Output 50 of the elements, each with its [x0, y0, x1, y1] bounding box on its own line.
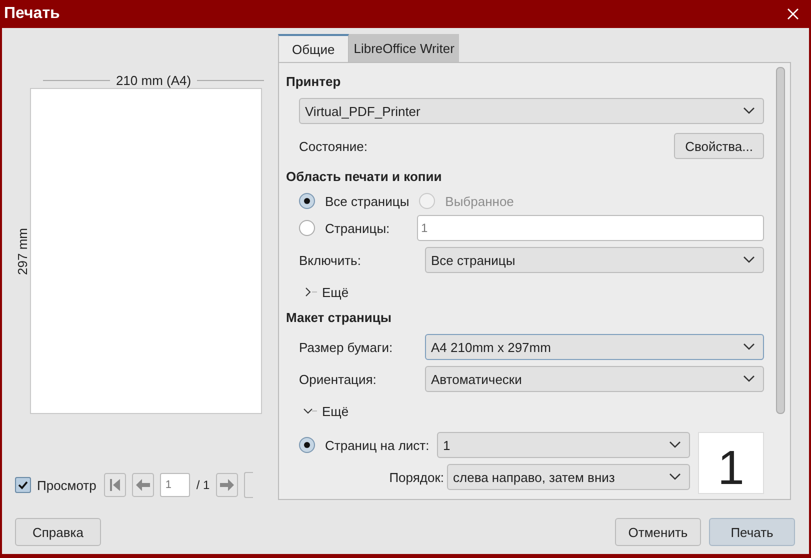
radio-button[interactable]	[299, 437, 315, 453]
order-label: Порядок:	[388, 470, 445, 484]
chevron-down-icon	[743, 107, 755, 115]
window-title: Печать	[4, 5, 60, 23]
page-width-label: 210 mm (A4)	[116, 72, 192, 88]
print-button[interactable]: Печать	[709, 518, 795, 546]
orientation-label: Ориентация:	[299, 372, 378, 386]
first-page-icon[interactable]	[104, 473, 126, 497]
help-button[interactable]: Справка	[15, 518, 101, 546]
previous-page-icon[interactable]	[132, 473, 154, 497]
include-label: Включить:	[299, 252, 362, 268]
next-page-icon[interactable]	[216, 473, 238, 497]
properties-button[interactable]: Свойства...	[674, 133, 764, 159]
close-icon[interactable]	[787, 8, 799, 20]
check-icon	[17, 479, 29, 491]
chevron-down-icon	[669, 441, 681, 449]
tab[interactable]: LibreOffice Writer	[348, 34, 460, 62]
chevron-down-icon	[743, 256, 755, 264]
preview-checkbox[interactable]	[15, 477, 31, 493]
order-dropdown[interactable]: слева направо, затем вниз	[447, 464, 690, 490]
pages-per-sheet-dropdown[interactable]: 1	[437, 432, 690, 458]
radio-label[interactable]: Страниц на лист:	[325, 438, 437, 452]
sheet-preview: 1	[698, 432, 764, 494]
page-total-label: / 1	[196, 478, 210, 492]
scrollbar-thumb[interactable]	[776, 67, 785, 414]
preview-label[interactable]: Просмотр	[37, 478, 96, 492]
page-number-field[interactable]: 1	[160, 473, 190, 497]
section-heading: Область печати и копии	[286, 168, 443, 186]
status-label: Состояние:	[299, 138, 368, 154]
tab[interactable]: Общие	[278, 34, 349, 62]
radio-label[interactable]: Страницы:	[325, 220, 417, 236]
radio-button[interactable]	[299, 220, 315, 236]
section-heading: Макет страницы	[286, 309, 392, 327]
section-heading: Принтер	[286, 73, 342, 91]
printer-dropdown[interactable]: Virtual_PDF_Printer	[299, 98, 764, 124]
chevron-down-icon	[743, 343, 755, 351]
last-page-button[interactable]	[244, 472, 253, 498]
cancel-button[interactable]: Отменить	[615, 518, 701, 546]
chevron-down-icon	[669, 473, 681, 481]
orientation-dropdown[interactable]: Автоматически	[425, 366, 764, 392]
paper-size-dropdown[interactable]: A4 210mm x 297mm	[425, 334, 764, 360]
more-expander[interactable]: Ещё	[303, 283, 764, 301]
radio-button[interactable]	[299, 193, 315, 209]
more-expander[interactable]: Ещё	[303, 402, 764, 420]
paper-size-label: Размер бумаги:	[299, 340, 394, 354]
radio-label[interactable]: Все страницы	[325, 194, 410, 208]
chevron-down-icon	[743, 375, 755, 383]
pages-field[interactable]: 1	[417, 215, 764, 241]
include-dropdown[interactable]: Все страницы	[425, 247, 764, 273]
page-height-label: 297 mm	[14, 228, 30, 274]
